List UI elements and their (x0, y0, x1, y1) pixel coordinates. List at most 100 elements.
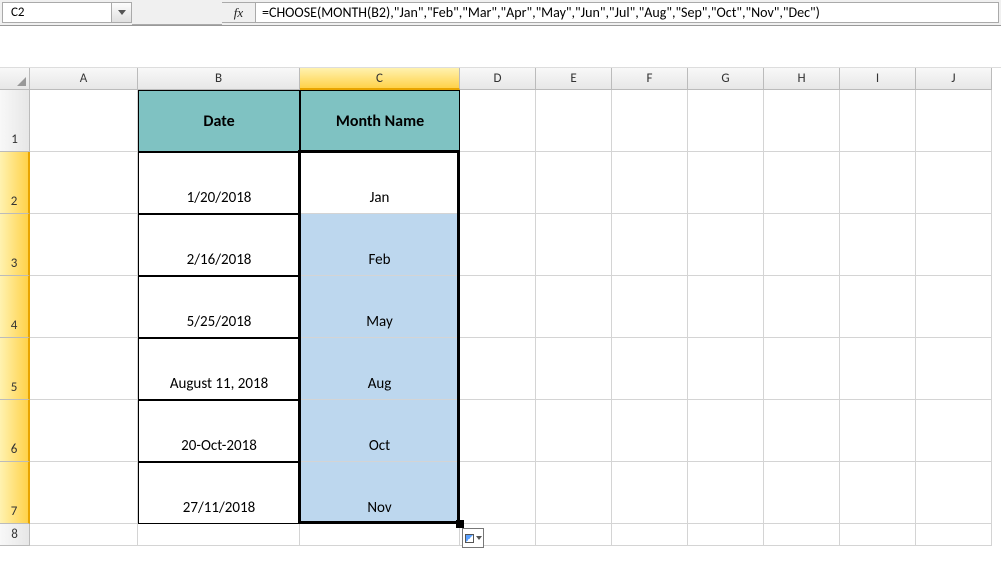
cell-G1[interactable] (688, 90, 764, 152)
cell-A3[interactable] (30, 214, 138, 276)
autofill-options-button[interactable] (462, 528, 484, 548)
cell-B6[interactable]: 20-Oct-2018 (138, 400, 300, 462)
fx-button[interactable]: fx (222, 2, 256, 23)
cell-E2[interactable] (536, 152, 612, 214)
cell-C6[interactable]: Oct (300, 400, 460, 462)
cell-C4[interactable]: May (300, 276, 460, 338)
col-header-H[interactable]: H (764, 68, 840, 90)
cell-B2[interactable]: 1/20/2018 (138, 152, 300, 214)
col-header-E[interactable]: E (536, 68, 612, 90)
cell-G6[interactable] (688, 400, 764, 462)
cell-B5[interactable]: August 11, 2018 (138, 338, 300, 400)
cell-B8[interactable] (138, 524, 300, 546)
row-header-4[interactable]: 4 (0, 276, 30, 338)
cell-H6[interactable] (764, 400, 840, 462)
cell-J6[interactable] (916, 400, 992, 462)
cell-E7[interactable] (536, 462, 612, 524)
cell-J5[interactable] (916, 338, 992, 400)
row-header-8[interactable]: 8 (0, 524, 30, 546)
formula-input[interactable]: =CHOOSE(MONTH(B2),"Jan","Feb","Mar","Apr… (256, 2, 999, 23)
cell-I7[interactable] (840, 462, 916, 524)
cell-C8[interactable] (300, 524, 460, 546)
cell-B3[interactable]: 2/16/2018 (138, 214, 300, 276)
cell-J7[interactable] (916, 462, 992, 524)
cell-I2[interactable] (840, 152, 916, 214)
cell-H3[interactable] (764, 214, 840, 276)
col-header-A[interactable]: A (30, 68, 138, 90)
cell-D7[interactable] (460, 462, 536, 524)
cell-E6[interactable] (536, 400, 612, 462)
cell-F6[interactable] (612, 400, 688, 462)
cell-F5[interactable] (612, 338, 688, 400)
select-all-corner[interactable] (0, 68, 30, 90)
cell-B7[interactable]: 27/11/2018 (138, 462, 300, 524)
cell-C5[interactable]: Aug (300, 338, 460, 400)
row-header-1[interactable]: 1 (0, 90, 30, 152)
cell-G3[interactable] (688, 214, 764, 276)
cell-F3[interactable] (612, 214, 688, 276)
cell-H4[interactable] (764, 276, 840, 338)
cell-J4[interactable] (916, 276, 992, 338)
cell-A7[interactable] (30, 462, 138, 524)
cell-F7[interactable] (612, 462, 688, 524)
cell-B4[interactable]: 5/25/2018 (138, 276, 300, 338)
fill-handle[interactable] (456, 520, 464, 528)
cell-I6[interactable] (840, 400, 916, 462)
col-header-F[interactable]: F (612, 68, 688, 90)
cell-D1[interactable] (460, 90, 536, 152)
cell-C3[interactable]: Feb (300, 214, 460, 276)
row-header-2[interactable]: 2 (0, 152, 30, 214)
col-header-G[interactable]: G (688, 68, 764, 90)
cell-I1[interactable] (840, 90, 916, 152)
cell-A1[interactable] (30, 90, 138, 152)
cell-J3[interactable] (916, 214, 992, 276)
cell-H2[interactable] (764, 152, 840, 214)
cell-D2[interactable] (460, 152, 536, 214)
row-header-6[interactable]: 6 (0, 400, 30, 462)
cell-G5[interactable] (688, 338, 764, 400)
cell-E8[interactable] (536, 524, 612, 546)
cell-H5[interactable] (764, 338, 840, 400)
cell-F8[interactable] (612, 524, 688, 546)
cell-D5[interactable] (460, 338, 536, 400)
col-header-D[interactable]: D (460, 68, 536, 90)
cell-H7[interactable] (764, 462, 840, 524)
cell-A2[interactable] (30, 152, 138, 214)
cell-J2[interactable] (916, 152, 992, 214)
col-header-J[interactable]: J (916, 68, 992, 90)
col-header-I[interactable]: I (840, 68, 916, 90)
cell-D6[interactable] (460, 400, 536, 462)
cell-G2[interactable] (688, 152, 764, 214)
col-header-B[interactable]: B (138, 68, 300, 90)
cell-D3[interactable] (460, 214, 536, 276)
cell-J8[interactable] (916, 524, 992, 546)
cell-A5[interactable] (30, 338, 138, 400)
cell-A6[interactable] (30, 400, 138, 462)
cell-A8[interactable] (30, 524, 138, 546)
cell-G4[interactable] (688, 276, 764, 338)
cell-A4[interactable] (30, 276, 138, 338)
cell-H1[interactable] (764, 90, 840, 152)
cell-G7[interactable] (688, 462, 764, 524)
row-header-3[interactable]: 3 (0, 214, 30, 276)
cell-E4[interactable] (536, 276, 612, 338)
name-box[interactable]: C2 (2, 2, 112, 23)
cell-E1[interactable] (536, 90, 612, 152)
cell-I5[interactable] (840, 338, 916, 400)
cell-B1[interactable]: Date (138, 90, 300, 152)
cell-F4[interactable] (612, 276, 688, 338)
cell-F2[interactable] (612, 152, 688, 214)
cell-I4[interactable] (840, 276, 916, 338)
cell-G8[interactable] (688, 524, 764, 546)
cell-E5[interactable] (536, 338, 612, 400)
cell-D4[interactable] (460, 276, 536, 338)
cell-I8[interactable] (840, 524, 916, 546)
cell-I3[interactable] (840, 214, 916, 276)
name-box-dropdown[interactable] (112, 2, 132, 23)
cell-C7[interactable]: Nov (300, 462, 460, 524)
col-header-C[interactable]: C (300, 68, 460, 90)
cell-F1[interactable] (612, 90, 688, 152)
row-header-5[interactable]: 5 (0, 338, 30, 400)
row-header-7[interactable]: 7 (0, 462, 30, 524)
cell-E3[interactable] (536, 214, 612, 276)
